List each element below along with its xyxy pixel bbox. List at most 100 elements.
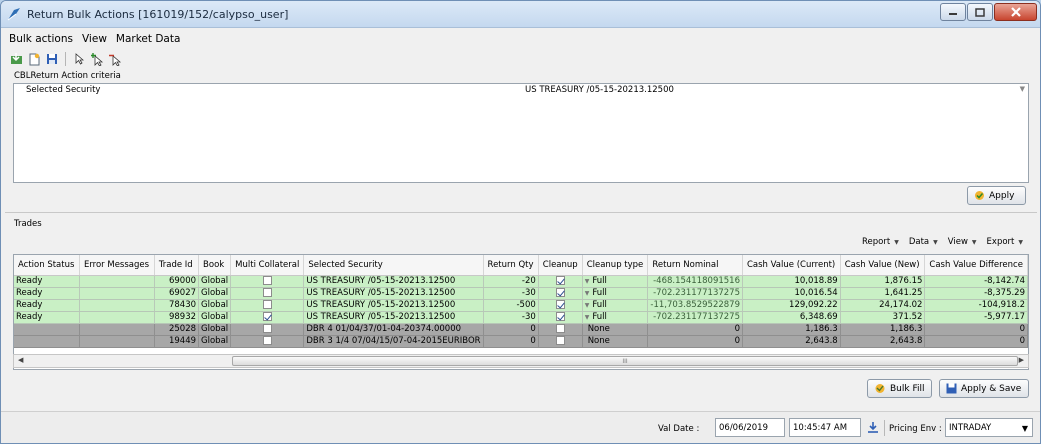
col-selected-security[interactable]: Selected Security <box>303 255 484 276</box>
cell-error <box>79 275 155 288</box>
cell-multi-collateral <box>230 311 305 324</box>
cleanup-checkbox[interactable] <box>555 276 565 285</box>
cell-cleanup <box>538 311 583 324</box>
cell-book: Global <box>198 275 232 288</box>
export-menu[interactable]: Export ▼ <box>987 237 1023 247</box>
report-menu[interactable]: Report ▼ <box>862 237 899 247</box>
table-row[interactable]: 25028 Global DBR 4 01/04/37/01-04-20374.00… <box>14 323 1028 336</box>
data-menu[interactable]: Data ▼ <box>909 237 938 247</box>
scroll-grip: III <box>622 357 628 365</box>
bulk-fill-button[interactable]: Bulk Fill <box>867 379 932 398</box>
cell-return-qty: -500 <box>483 299 539 312</box>
maximize-icon <box>975 7 985 17</box>
pointer-icon[interactable] <box>72 52 86 66</box>
cell-cash-diff: -5,977.17 <box>924 311 1028 324</box>
cell-status: Ready <box>14 311 80 324</box>
pricing-env-select[interactable]: INTRADAY ▼ <box>945 418 1033 437</box>
criteria-row[interactable]: Selected Security US TREASURY /05-15-202… <box>14 84 1028 96</box>
val-date-input[interactable] <box>715 418 785 437</box>
download-icon[interactable] <box>867 421 879 437</box>
cell-cash-new: 1,641.25 <box>840 287 926 300</box>
cell-book: Global <box>198 323 232 336</box>
scroll-left-icon[interactable]: ◀ <box>18 356 23 364</box>
col-multi-collateral[interactable]: Multi Collateral <box>230 255 305 276</box>
table-row[interactable]: Ready 69027 Global US TREASURY /05-15-20213… <box>14 287 1028 300</box>
cell-cleanup <box>538 299 583 312</box>
apply-save-label: Apply & Save <box>961 383 1022 394</box>
apply-save-button[interactable]: Apply & Save <box>939 379 1029 398</box>
cell-cash-current: 129,092.22 <box>742 299 841 312</box>
close-button[interactable] <box>994 3 1037 21</box>
table-row[interactable]: 19449 Global DBR 3 1/4 07/04/15/07-04-2015… <box>14 335 1028 348</box>
cell-return-qty: -20 <box>483 275 539 288</box>
col-cash-value-current[interactable]: Cash Value (Current) <box>742 255 841 276</box>
cleanup-type-value: Full <box>592 299 607 310</box>
maximize-button[interactable] <box>967 3 993 21</box>
cell-trade-id: 98932 <box>154 311 200 324</box>
minimize-button[interactable] <box>940 3 966 21</box>
col-trade-id[interactable]: Trade Id <box>154 255 200 276</box>
chevron-down-icon: ▼ <box>933 238 938 246</box>
chevron-down-icon[interactable]: ▼ <box>585 314 590 321</box>
cell-cash-diff: -8,375.29 <box>924 287 1028 300</box>
horizontal-scrollbar[interactable]: ◀ III ▶ <box>13 354 1029 368</box>
scroll-thumb[interactable]: III <box>232 356 1018 366</box>
table-row[interactable]: Ready 98932 Global US TREASURY /05-15-20213… <box>14 311 1028 324</box>
col-return-nominal[interactable]: Return Nominal <box>647 255 743 276</box>
multi-collateral-checkbox[interactable] <box>262 276 272 285</box>
table-row[interactable]: Ready 78430 Global US TREASURY /05-15-20213… <box>14 299 1028 312</box>
multi-collateral-checkbox[interactable] <box>262 312 272 321</box>
cleanup-checkbox[interactable] <box>555 288 565 297</box>
cell-return-qty: 0 <box>483 335 539 348</box>
multi-collateral-checkbox[interactable] <box>262 324 272 333</box>
col-cash-value-new[interactable]: Cash Value (New) <box>840 255 926 276</box>
col-cleanup[interactable]: Cleanup <box>538 255 583 276</box>
apply-button[interactable]: Apply <box>967 186 1026 205</box>
panel-divider <box>5 212 1037 213</box>
chevron-down-icon[interactable]: ▼ <box>585 290 590 297</box>
val-time-input[interactable] <box>789 418 861 437</box>
cleanup-checkbox[interactable] <box>555 324 565 333</box>
cell-cash-new: 371.52 <box>840 311 926 324</box>
cell-cash-current: 10,016.54 <box>742 287 841 300</box>
col-error-messages[interactable]: Error Messages <box>79 255 155 276</box>
cell-cleanup-type: ▼ Full <box>582 275 649 288</box>
col-cash-value-difference[interactable]: Cash Value Difference <box>924 255 1028 276</box>
cleanup-checkbox[interactable] <box>555 300 565 309</box>
cell-trade-id: 19449 <box>154 335 200 348</box>
view-menu[interactable]: View ▼ <box>948 237 977 247</box>
save-icon[interactable] <box>45 52 59 66</box>
criteria-dropdown-icon[interactable]: ▼ <box>1020 85 1025 93</box>
menu-market-data[interactable]: Market Data <box>116 33 181 47</box>
col-book[interactable]: Book <box>198 255 232 276</box>
pricing-env-label: Pricing Env : <box>889 424 942 434</box>
cell-cash-diff: 0 <box>924 335 1028 348</box>
col-cleanup-type[interactable]: Cleanup type <box>582 255 649 276</box>
multi-collateral-checkbox[interactable] <box>262 336 272 345</box>
cleanup-checkbox[interactable] <box>555 312 565 321</box>
criteria-row-value[interactable]: US TREASURY /05-15-20213.12500 <box>525 85 674 95</box>
pointer-remove-icon[interactable] <box>108 52 122 66</box>
cell-multi-collateral <box>230 299 305 312</box>
main-window: Return Bulk Actions [161019/152/calypso_… <box>0 0 1041 444</box>
close-icon <box>1010 7 1021 17</box>
chevron-down-icon[interactable]: ▼ <box>585 302 590 309</box>
multi-collateral-checkbox[interactable] <box>262 288 272 297</box>
chevron-down-icon: ▼ <box>1021 424 1028 433</box>
cell-error <box>79 323 155 336</box>
col-return-qty[interactable]: Return Qty <box>483 255 539 276</box>
col-action-status[interactable]: Action Status <box>14 255 80 276</box>
cleanup-checkbox[interactable] <box>555 336 565 345</box>
import-icon[interactable] <box>9 52 23 66</box>
val-date-label: Val Date : <box>658 424 700 434</box>
chevron-down-icon[interactable]: ▼ <box>585 278 590 285</box>
scroll-right-icon[interactable]: ▶ <box>1019 356 1024 364</box>
menu-bar: Bulk actions View Market Data <box>9 33 180 47</box>
cell-trade-id: 25028 <box>154 323 200 336</box>
table-row[interactable]: Ready 69000 Global US TREASURY /05-15-20213… <box>14 275 1028 288</box>
menu-bulk-actions[interactable]: Bulk actions <box>9 33 73 47</box>
multi-collateral-checkbox[interactable] <box>262 300 272 309</box>
menu-view[interactable]: View <box>82 33 107 47</box>
pointer-add-icon[interactable] <box>90 52 104 66</box>
new-document-icon[interactable] <box>27 52 41 66</box>
